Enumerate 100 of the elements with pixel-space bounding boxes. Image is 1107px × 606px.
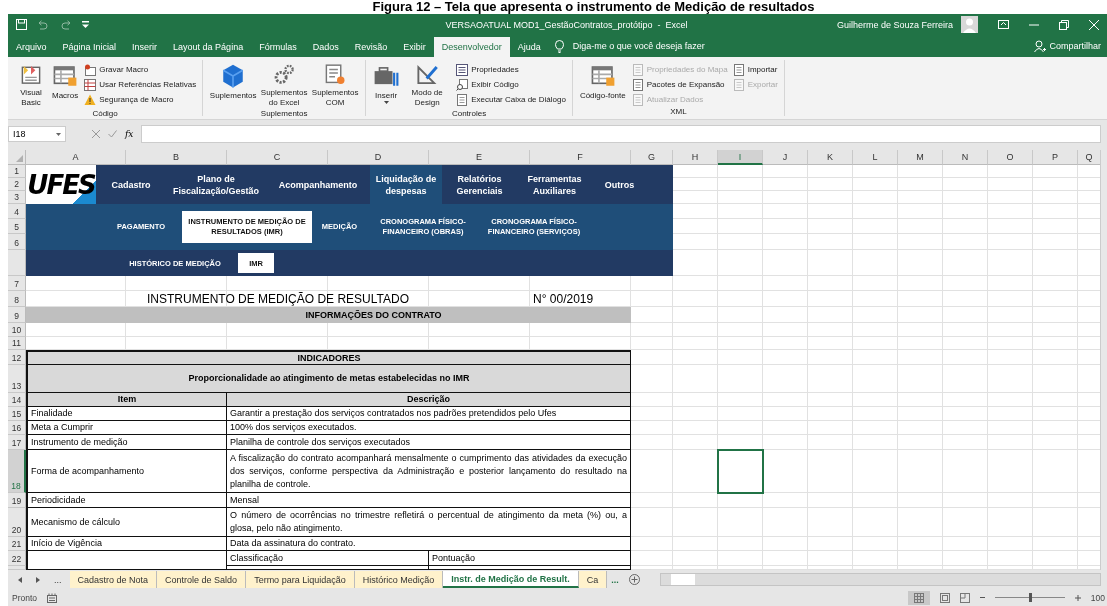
column-header[interactable]: B	[126, 150, 227, 165]
row-number[interactable]: 1	[8, 165, 26, 178]
column-header[interactable]: N	[943, 150, 988, 165]
ribbon-tab[interactable]: Desenvolvedor	[433, 37, 510, 57]
row-number[interactable]: 22	[8, 551, 26, 566]
close-icon[interactable]	[1089, 19, 1099, 30]
tell-me-field[interactable]: Diga-me o que você deseja fazer	[572, 41, 705, 51]
menu-item[interactable]: Cadastro	[96, 165, 166, 204]
sheet-tab[interactable]: Cadastro de Nota	[69, 571, 158, 588]
ribbon-tab[interactable]: Dados	[304, 37, 347, 57]
undo-icon[interactable]	[36, 19, 50, 30]
row-number[interactable]: 7	[8, 276, 26, 291]
row-number[interactable]: 19	[8, 493, 26, 508]
normal-view-icon[interactable]	[907, 590, 930, 605]
ribbon-button[interactable]: Visual Basic	[14, 63, 48, 108]
ribbon-tab[interactable]: Página Inicial	[54, 37, 125, 57]
ribbon-button[interactable]: Inserir	[372, 63, 401, 108]
share-button[interactable]: Compartilhar	[1049, 41, 1101, 51]
zoom-in-icon[interactable]	[1074, 594, 1081, 601]
menu-item[interactable]: Liquidação de despesas	[370, 165, 442, 204]
menu-item[interactable]: Plano de Fiscalização/Gestão	[166, 165, 266, 204]
column-header[interactable]: E	[429, 150, 530, 165]
column-header[interactable]: G	[631, 150, 673, 165]
column-header[interactable]: D	[328, 150, 429, 165]
ribbon-button[interactable]: Gravar Macro	[84, 63, 197, 76]
sheet-tab[interactable]: Controle de Saldo	[157, 571, 247, 588]
customize-icon[interactable]	[82, 20, 89, 29]
ribbon-tab[interactable]: Ajuda	[509, 37, 549, 57]
row-number[interactable]: 6	[8, 234, 26, 250]
column-header[interactable]: O	[988, 150, 1033, 165]
macro-record-icon[interactable]	[47, 592, 58, 603]
row-number[interactable]: 10	[8, 323, 26, 337]
ribbon-tab[interactable]: Exibir	[395, 37, 434, 57]
row-number[interactable]: 3	[8, 191, 26, 204]
page-break-icon[interactable]	[959, 592, 970, 603]
more-sheets-button[interactable]: ...	[54, 574, 62, 585]
ribbon-tab[interactable]: Arquivo	[8, 37, 55, 57]
menu-item[interactable]: Ferramentas Auxiliares	[517, 165, 592, 204]
ribbon-button[interactable]: Usar Referências Relativas	[84, 78, 197, 91]
row-number[interactable]: 5	[8, 219, 26, 234]
column-header[interactable]: L	[853, 150, 898, 165]
ribbon-button[interactable]: Segurança de Macro	[84, 93, 197, 106]
ribbon-display-icon[interactable]	[998, 20, 1009, 29]
row-number[interactable]: 18	[8, 450, 26, 493]
ribbon-button[interactable]: Suplementos do Excel	[260, 63, 309, 108]
ribbon-button[interactable]: Pacotes de Expansão	[631, 78, 728, 91]
add-sheet-icon[interactable]	[628, 574, 640, 585]
ribbon-button[interactable]: Propriedades	[456, 63, 566, 76]
ribbon-tab[interactable]: Fórmulas	[251, 37, 305, 57]
column-header[interactable]: I	[718, 150, 763, 165]
column-header[interactable]: J	[763, 150, 808, 165]
enter-icon[interactable]	[108, 130, 117, 138]
row-number[interactable]: 4	[8, 204, 26, 219]
row-number[interactable]: 15	[8, 407, 26, 421]
column-header[interactable]: F	[530, 150, 631, 165]
ribbon-button[interactable]: Exibir Código	[456, 78, 566, 91]
column-header[interactable]: A	[26, 150, 126, 165]
row-number[interactable]: 11	[8, 337, 26, 350]
slider-thumb[interactable]	[1028, 593, 1032, 602]
more-sheets-button[interactable]: ...	[611, 574, 619, 585]
ribbon-tab[interactable]: Revisão	[346, 37, 396, 57]
cancel-icon[interactable]	[92, 130, 100, 138]
ribbon-button[interactable]: Modo de Design	[403, 63, 452, 108]
menu-item[interactable]: Outros	[592, 165, 647, 204]
previous-sheet-icon[interactable]	[18, 576, 22, 583]
name-box[interactable]: I18	[8, 126, 66, 142]
lightbulb-icon[interactable]	[554, 40, 564, 53]
column-header[interactable]: C	[227, 150, 328, 165]
column-header[interactable]: Q	[1078, 150, 1100, 165]
zoom-out-icon[interactable]	[979, 595, 985, 600]
ribbon-button[interactable]: Macros	[51, 63, 80, 108]
redo-icon[interactable]	[59, 19, 73, 30]
person-icon[interactable]	[1034, 40, 1047, 52]
ribbon-button[interactable]: Importar	[732, 63, 778, 76]
restore-icon[interactable]	[1059, 19, 1069, 30]
formula-input[interactable]	[141, 125, 1101, 143]
row-number[interactable]: 14	[8, 393, 26, 407]
row-number[interactable]: 12	[8, 350, 26, 365]
row-number[interactable]: 17	[8, 435, 26, 450]
menu-item[interactable]: Acompanhamento	[266, 165, 370, 204]
row-number[interactable]: 9	[8, 307, 26, 323]
user-name[interactable]: Guilherme de Souza Ferreira	[836, 19, 953, 30]
insert-function-button[interactable]: fx	[125, 129, 134, 139]
ribbon-button[interactable]: Código-fonte	[578, 63, 627, 106]
sheet-tab[interactable]: Ca	[578, 571, 608, 588]
row-number[interactable]: 2	[8, 178, 26, 191]
horizontal-scrollbar[interactable]	[659, 573, 1101, 586]
row-number[interactable]: 16	[8, 421, 26, 435]
column-header[interactable]: K	[808, 150, 853, 165]
column-header[interactable]: M	[898, 150, 943, 165]
next-sheet-icon[interactable]	[36, 576, 40, 583]
ribbon-button[interactable]: Executar Caixa de Diálogo	[456, 93, 566, 106]
ribbon-button[interactable]: Suplementos	[209, 63, 258, 108]
page-layout-icon[interactable]	[939, 592, 950, 603]
column-header[interactable]: H	[673, 150, 718, 165]
row-number[interactable]: 13	[8, 365, 26, 393]
save-icon[interactable]	[16, 19, 27, 30]
row-number[interactable]: 21	[8, 537, 26, 551]
ribbon-tab[interactable]: Layout da Página	[165, 37, 252, 57]
sheet-tab[interactable]: Histórico Medição	[354, 571, 444, 588]
